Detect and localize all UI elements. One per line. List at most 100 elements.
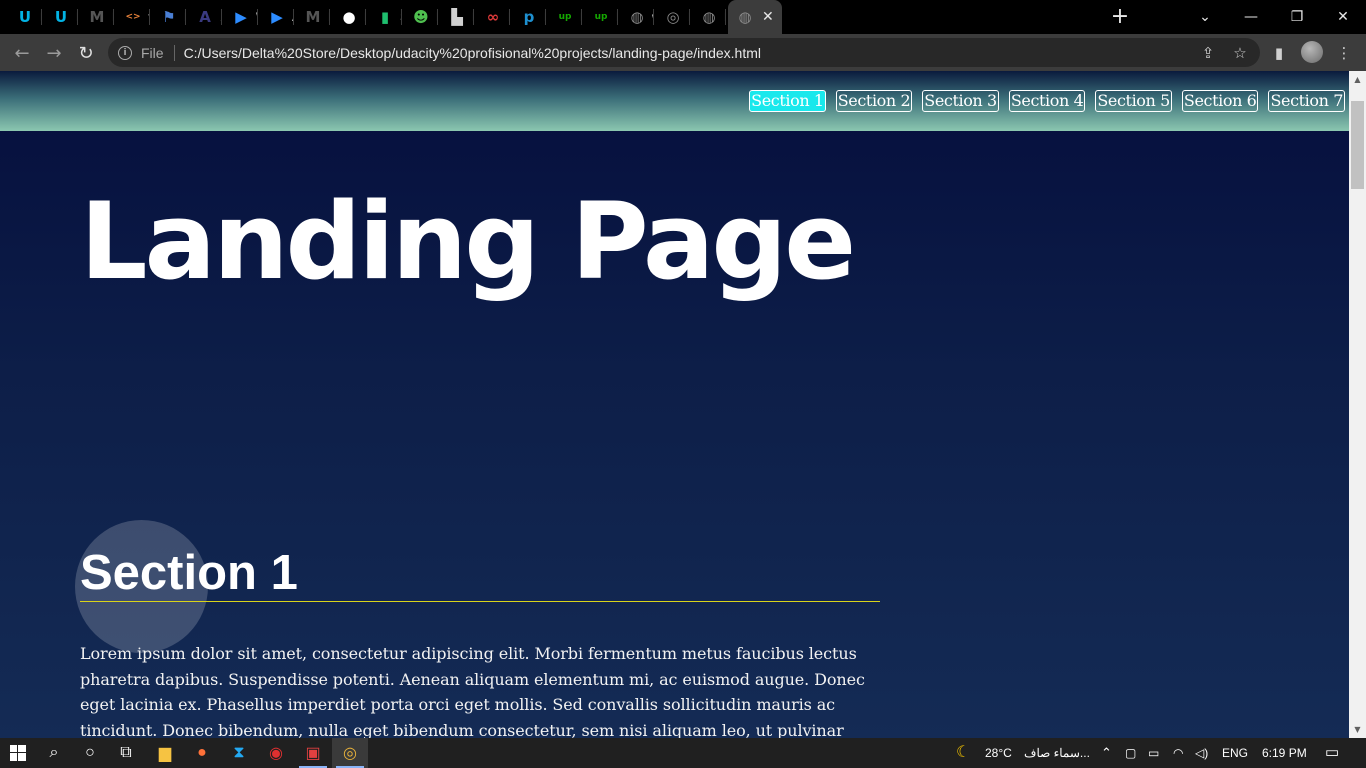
- info-icon[interactable]: i: [118, 45, 132, 60]
- arrow-left-icon: ←: [14, 42, 30, 64]
- tab-separator: [77, 9, 78, 25]
- share-button[interactable]: ⇪: [1197, 42, 1219, 64]
- minimize-icon[interactable]: —: [1228, 0, 1274, 34]
- recorder-button[interactable]: ◉: [258, 738, 294, 768]
- browser-tab[interactable]: ▶Ac: [260, 0, 294, 34]
- wifi-icon[interactable]: ◠: [1173, 738, 1183, 768]
- tab-separator: [725, 9, 726, 25]
- flag-icon: ⚑: [162, 8, 176, 26]
- side-panel-icon: ▮: [1274, 44, 1284, 62]
- tab-separator: [473, 9, 474, 25]
- browser-tab[interactable]: ▶W: [224, 0, 258, 34]
- arrow-right-icon: →: [46, 42, 62, 64]
- globe-icon: ◍: [630, 8, 644, 26]
- app-icon: ▣: [305, 745, 321, 762]
- browser-tab[interactable]: upEn: [584, 0, 618, 34]
- volume-icon[interactable]: ◁): [1195, 738, 1208, 768]
- globe-icon: ◍: [738, 8, 752, 26]
- browser-tab[interactable]: MEv: [80, 0, 114, 34]
- address-bar[interactable]: i File C:/Users/Delta%20Store/Desktop/ud…: [108, 38, 1260, 67]
- profile-avatar[interactable]: [1301, 41, 1323, 63]
- nav-link-section-1[interactable]: Section 1: [749, 90, 826, 112]
- infinity-icon: ∞: [486, 8, 500, 26]
- search-button[interactable]: ⌕: [36, 738, 72, 768]
- record-icon: ◉: [269, 745, 283, 762]
- notifications-icon[interactable]: ▭: [1325, 738, 1339, 768]
- upwork-icon: up: [558, 12, 572, 22]
- maximize-icon[interactable]: ❐: [1274, 0, 1320, 34]
- browser-tab[interactable]: ▙Hc: [440, 0, 474, 34]
- address-divider: [173, 44, 175, 61]
- firefox-icon: ●: [197, 744, 207, 761]
- nav-link-section-5[interactable]: Section 5: [1095, 90, 1172, 112]
- search-icon: ⌕: [49, 744, 59, 761]
- browser-tab[interactable]: ☻Fle: [404, 0, 438, 34]
- tab-separator: [185, 9, 186, 25]
- medium-icon: M: [89, 8, 105, 26]
- side-panel-button[interactable]: ▮: [1268, 42, 1290, 64]
- forward-button[interactable]: →: [41, 40, 67, 66]
- browser-tab[interactable]: <>fo: [116, 0, 150, 34]
- bookmark-button[interactable]: ☆: [1229, 42, 1251, 64]
- browser-tab[interactable]: MEle: [296, 0, 330, 34]
- nav-link-section-6[interactable]: Section 6: [1181, 90, 1259, 112]
- battery-icon[interactable]: ▭: [1148, 738, 1159, 768]
- language-indicator[interactable]: ENG: [1222, 738, 1248, 768]
- cortana-button[interactable]: ○: [72, 738, 108, 768]
- browser-tab[interactable]: ◍ ✕: [728, 0, 782, 34]
- menu-button[interactable]: ⋮: [1333, 42, 1355, 64]
- nav-link-section-3[interactable]: Section 3: [922, 90, 999, 112]
- scroll-up-arrow-icon[interactable]: ▲: [1349, 71, 1366, 88]
- browser-tab[interactable]: ∞Me: [476, 0, 510, 34]
- weather-text[interactable]: سماء صاف...: [1024, 738, 1090, 768]
- url-text[interactable]: C:/Users/Delta%20Store/Desktop/udacity%2…: [184, 45, 761, 61]
- new-tab-button[interactable]: +: [1108, 5, 1132, 29]
- tray-chevron-icon[interactable]: ⌃: [1101, 738, 1112, 768]
- chrome-taskbar-button[interactable]: ◎: [332, 738, 368, 768]
- scroll-thumb[interactable]: [1351, 101, 1364, 189]
- kebab-menu-icon: ⋮: [1336, 44, 1352, 62]
- nav-link-section-7[interactable]: Section 7: [1268, 90, 1345, 112]
- clock[interactable]: 6:19 PM: [1262, 738, 1307, 768]
- browser-tab[interactable]: UPr: [44, 0, 78, 34]
- task-view-button[interactable]: ⧉: [108, 738, 144, 768]
- browser-tab[interactable]: upMe: [548, 0, 582, 34]
- tab-separator: [509, 9, 510, 25]
- tab-close-icon[interactable]: ✕: [762, 9, 774, 25]
- nav-link-section-2[interactable]: Section 2: [835, 90, 913, 112]
- file-explorer-button[interactable]: ▆: [147, 738, 183, 768]
- udacity-icon: U: [54, 8, 68, 26]
- tab-separator: [617, 9, 618, 25]
- moon-icon[interactable]: ☾: [956, 738, 970, 768]
- meet-now-icon[interactable]: ▢: [1125, 738, 1136, 768]
- vscode-button[interactable]: ⧗: [221, 738, 257, 768]
- back-button[interactable]: ←: [9, 40, 35, 66]
- browser-tab[interactable]: pKe: [512, 0, 546, 34]
- stats-icon: ▮: [380, 8, 390, 26]
- zoom-icon: ▶: [235, 8, 247, 26]
- weather-temp[interactable]: 28°C: [985, 738, 1012, 768]
- section-title: Section 1: [80, 546, 298, 600]
- firefox-button[interactable]: ●: [184, 738, 220, 768]
- scroll-down-arrow-icon[interactable]: ▼: [1349, 721, 1366, 738]
- tab-separator: [365, 9, 366, 25]
- reload-button[interactable]: ↻: [73, 40, 99, 66]
- upwork-icon: up: [594, 12, 608, 22]
- browser-tab[interactable]: UPr: [8, 0, 42, 34]
- browser-tab[interactable]: ⚑En: [152, 0, 186, 34]
- window-close-icon[interactable]: ✕: [1320, 0, 1366, 34]
- tab-separator: [581, 9, 582, 25]
- tab-separator: [689, 9, 690, 25]
- page-scrollbar[interactable]: ▲ ▼: [1349, 71, 1366, 738]
- browser-tab[interactable]: A15: [188, 0, 222, 34]
- start-button[interactable]: [0, 738, 36, 768]
- browser-tab[interactable]: ◍wi: [620, 0, 654, 34]
- browser-tab[interactable]: ◍M: [692, 0, 726, 34]
- hero-title: Landing Page: [80, 180, 856, 303]
- nav-link-section-4[interactable]: Section 4: [1008, 90, 1086, 112]
- browser-tab[interactable]: ◎Ne: [656, 0, 690, 34]
- browser-tab[interactable]: ▮Sc: [368, 0, 402, 34]
- tab-search-icon[interactable]: ⌄: [1182, 0, 1228, 34]
- browser-tab[interactable]: ●Me: [332, 0, 366, 34]
- app-button[interactable]: ▣: [295, 738, 331, 768]
